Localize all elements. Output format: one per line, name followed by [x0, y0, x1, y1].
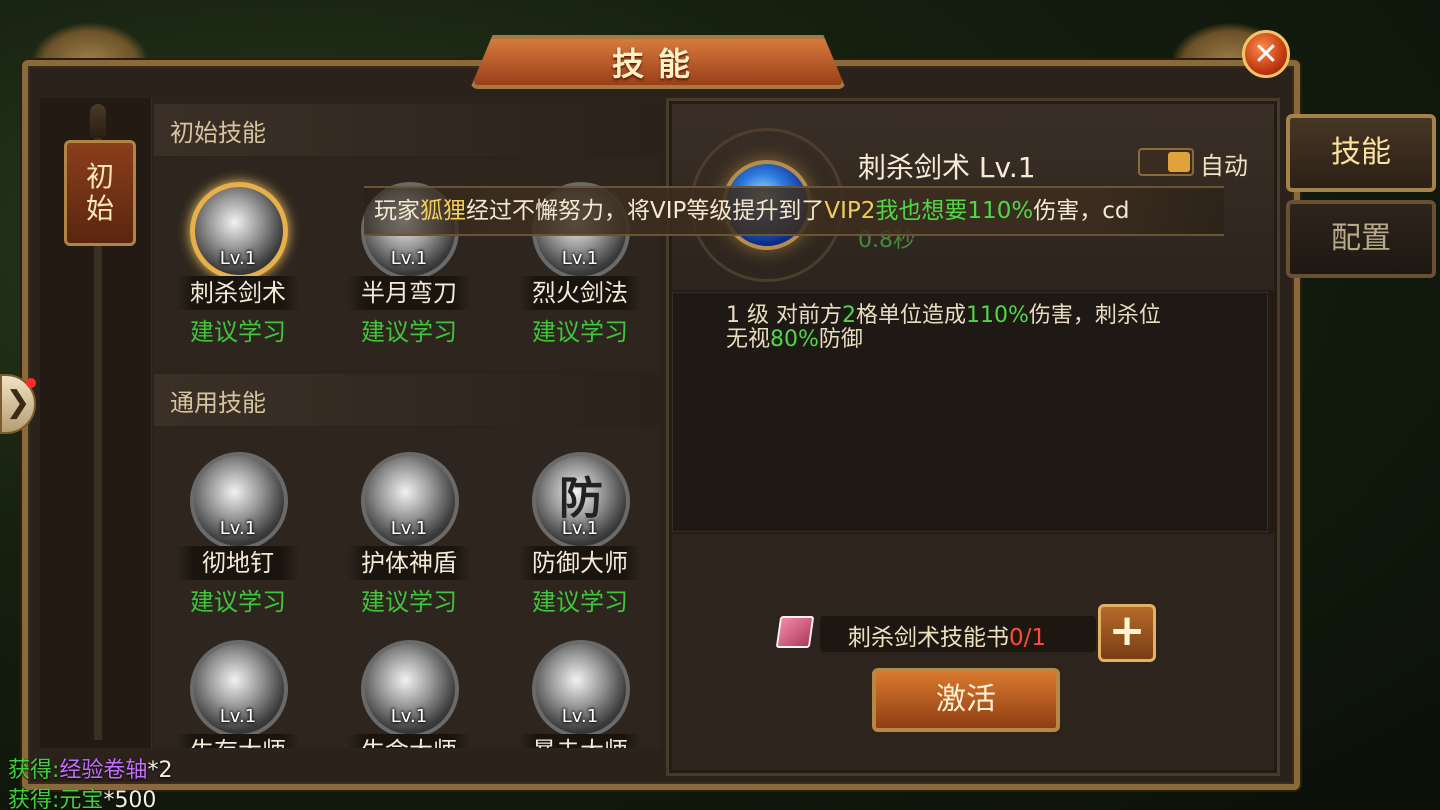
reward-qty: *2	[147, 758, 173, 783]
rail-pin-icon	[90, 104, 106, 138]
skill-name: 半月弯刀	[347, 276, 471, 310]
broadcast-text: 玩家	[374, 198, 420, 224]
auto-toggle[interactable]	[1138, 148, 1194, 176]
skill-card-ground-spike[interactable]: Lv.1 彻地钉 建议学习	[168, 452, 308, 622]
window-title-plate: 技能	[470, 35, 846, 89]
skill-name: 生存大师	[176, 734, 300, 748]
skill-level: Lv.1	[561, 248, 599, 269]
tab-config[interactable]: 配置	[1286, 200, 1436, 278]
desc-text: 伤害，刺杀位	[1028, 303, 1161, 328]
toggle-knob-icon	[1168, 152, 1190, 172]
tab-skills[interactable]: 技能	[1286, 114, 1436, 192]
broadcast-text: 经过不懈努力，将VIP等级提升到了	[466, 198, 825, 224]
skill-card-body-shield[interactable]: Lv.1 护体神盾 建议学习	[339, 452, 479, 622]
section-header-common: 通用技能	[154, 374, 660, 426]
reward-prefix: 获得:	[8, 788, 60, 810]
broadcast-vip: VIP2	[824, 198, 876, 224]
reward-qty: *500	[103, 788, 157, 810]
skill-advice: 建议学习	[532, 318, 628, 346]
broadcast-pct: 110%	[967, 198, 1034, 224]
skill-name: 生命大师	[347, 734, 471, 748]
skill-card-defense-master[interactable]: 防 Lv.1 防御大师 建议学习	[510, 452, 650, 622]
desc-text: 防御	[818, 327, 863, 352]
skill-name: 彻地钉	[176, 546, 300, 580]
reward-item: 元宝	[59, 788, 104, 810]
category-tag-char2: 始	[85, 192, 114, 225]
skill-name: 护体神盾	[347, 546, 471, 580]
skill-advice: 建议学习	[190, 318, 286, 346]
skill-level: Lv.1	[390, 518, 428, 539]
desc-text: 无视	[726, 327, 771, 352]
desc-value: 80%	[770, 327, 819, 352]
system-broadcast: 玩家狐狸经过不懈努力，将VIP等级提升到了VIP2我也想要110%伤害，cd	[364, 186, 1224, 236]
skill-level: Lv.1	[219, 706, 257, 727]
chevron-right-icon: ❯	[5, 385, 31, 420]
skill-advice: 建议学习	[361, 588, 457, 616]
notification-dot	[26, 378, 36, 388]
detail-footer	[672, 534, 1274, 770]
book-count: 0/1	[1009, 625, 1047, 651]
skill-level: Lv.1	[390, 248, 428, 269]
skill-book-icon	[775, 616, 815, 648]
skill-level: Lv.1	[390, 706, 428, 727]
book-name: 刺杀剑术技能书	[848, 625, 1009, 651]
broadcast-text: 伤害，cd	[1033, 198, 1130, 224]
skill-name: 暴击大师	[518, 734, 642, 748]
reward-line: 获得:元宝*500	[8, 782, 156, 810]
skill-name: 刺杀剑术	[176, 276, 300, 310]
activate-button[interactable]: 激活	[872, 668, 1060, 732]
section-header-initial: 初始技能	[154, 104, 660, 156]
skill-name: 烈火剑法	[518, 276, 642, 310]
close-button[interactable]: ✕	[1242, 30, 1290, 78]
skill-card-life-master[interactable]: Lv.1 生命大师	[339, 640, 479, 748]
reward-item: 经验卷轴	[59, 758, 148, 783]
auto-label: 自动	[1200, 152, 1248, 180]
section-title: 通用技能	[170, 388, 266, 417]
close-icon: ✕	[1253, 36, 1279, 72]
skill-advice: 建议学习	[361, 318, 457, 346]
plus-icon: +	[1108, 605, 1146, 656]
skill-level: Lv.1	[219, 248, 257, 269]
desc-text: 1 级 对前方	[726, 303, 842, 328]
window-title: 技能	[611, 45, 704, 83]
defense-glyph: 防	[559, 473, 603, 524]
section-title: 初始技能	[170, 118, 266, 147]
desc-text: 格单位造成	[855, 303, 966, 328]
skill-row-clipped: Lv.1 生存大师 Lv.1 生命大师 Lv.1 暴击大师	[154, 630, 660, 748]
skill-card-survival-master[interactable]: Lv.1 生存大师	[168, 640, 308, 748]
skill-book-label: 刺杀剑术技能书0/1	[848, 618, 1046, 652]
category-tag-char1: 初	[85, 160, 114, 193]
skill-name: 防御大师	[518, 546, 642, 580]
category-tag-initial[interactable]: 初 始	[64, 140, 136, 246]
reward-line: 获得:经验卷轴*2	[8, 752, 172, 784]
skill-card-stab-sword[interactable]: Lv.1 刺杀剑术 建议学习	[168, 182, 308, 352]
add-book-button[interactable]: +	[1098, 604, 1156, 662]
skill-level: Lv.1	[561, 518, 599, 539]
skill-level: Lv.1	[561, 706, 599, 727]
skill-advice: 建议学习	[532, 588, 628, 616]
detail-skill-name: 刺杀剑术 Lv.1	[858, 151, 1036, 184]
skill-advice: 建议学习	[190, 588, 286, 616]
broadcast-player[interactable]: 狐狸	[420, 198, 466, 224]
desc-value: 110%	[966, 303, 1029, 328]
skill-card-crit-master[interactable]: Lv.1 暴击大师	[510, 640, 650, 748]
desc-value: 2	[841, 303, 856, 328]
skill-description: 1 级 对前方2格单位造成110%伤害，刺杀位 无视80%防御	[726, 304, 1226, 352]
skill-level: Lv.1	[219, 518, 257, 539]
broadcast-link[interactable]: 我也想要	[875, 198, 967, 224]
reward-prefix: 获得:	[8, 758, 60, 783]
